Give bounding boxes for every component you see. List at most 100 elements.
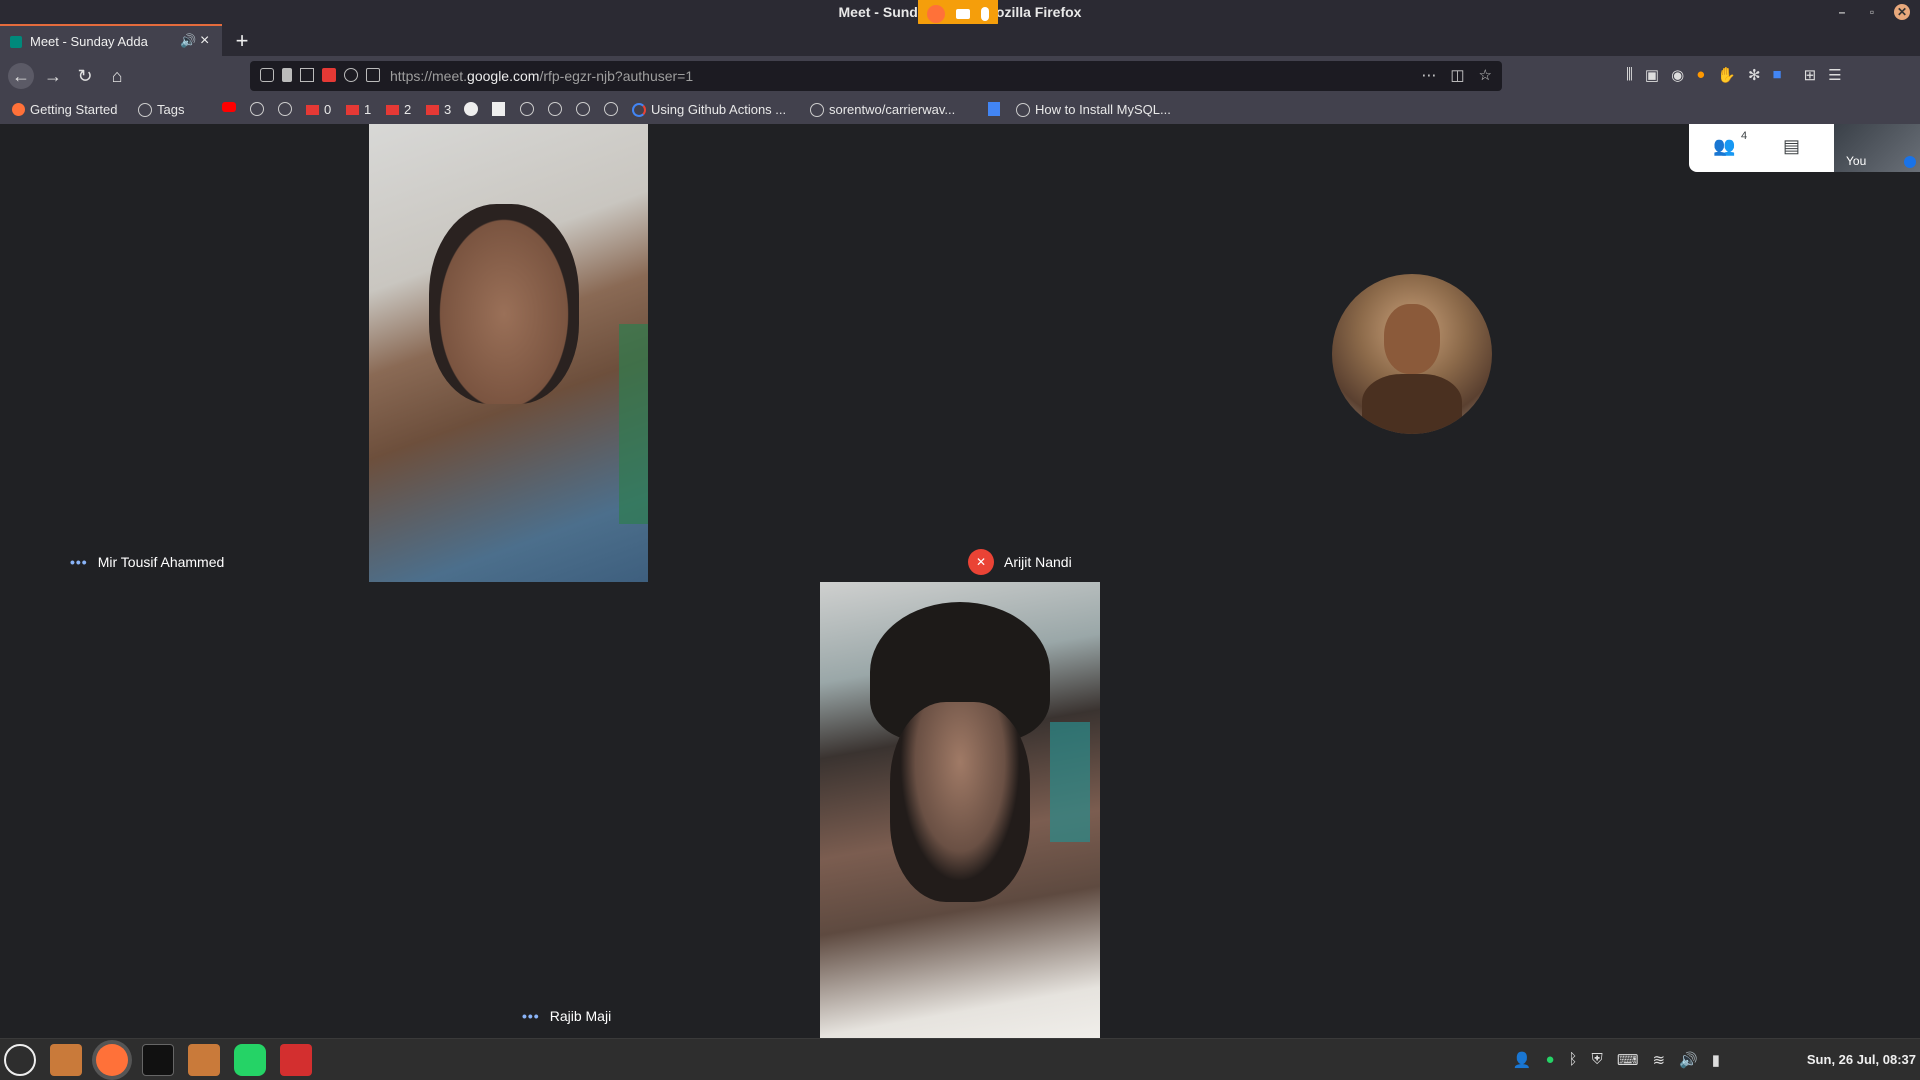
- bookmark-mysql[interactable]: How to Install MySQL...: [1016, 102, 1171, 117]
- reload-icon[interactable]: ↻: [74, 65, 96, 87]
- globe-icon: [604, 102, 618, 116]
- globe-icon: [576, 102, 590, 116]
- bookmark-globe-5[interactable]: [576, 102, 590, 116]
- bookmark-tags[interactable]: Tags: [138, 102, 184, 117]
- self-view-thumbnail[interactable]: You: [1834, 124, 1920, 172]
- shield-tray-icon[interactable]: ⛨: [1592, 1051, 1603, 1069]
- home-icon[interactable]: ⌂: [106, 65, 128, 87]
- globe-icon: [138, 102, 152, 117]
- globe-icon: [548, 102, 562, 116]
- globe-icon: [1016, 102, 1030, 117]
- microphone-muted-icon: ✕: [968, 549, 994, 575]
- extension-settings-icon[interactable]: ✻: [1748, 66, 1761, 84]
- gmail-icon: [306, 104, 319, 115]
- firefox-icon: [927, 4, 946, 23]
- participant-avatar: [1332, 274, 1492, 434]
- navigation-toolbar: ← → ↻ ⌂ https://meet.google.com/rfp-egzr…: [0, 56, 1920, 96]
- firefox-taskbar-icon[interactable]: [96, 1044, 128, 1076]
- bookmark-gmail-2[interactable]: 2: [386, 102, 411, 117]
- more-options-icon[interactable]: •••: [522, 1008, 540, 1024]
- url-text[interactable]: https://meet.google.com/rfp-egzr-njb?aut…: [390, 68, 693, 84]
- permissions-icon[interactable]: [300, 68, 314, 82]
- maximize-icon[interactable]: ▫: [1864, 4, 1880, 20]
- camera-icon: [955, 8, 970, 19]
- folder-icon[interactable]: [188, 1044, 220, 1076]
- bookmark-github-actions[interactable]: Using Github Actions ...: [632, 102, 786, 117]
- forward-icon[interactable]: →: [42, 65, 64, 87]
- bookmark-globe-4[interactable]: [548, 102, 562, 116]
- people-icon[interactable]: 👥: [1713, 136, 1735, 157]
- sharing-indicator[interactable]: [918, 0, 998, 27]
- app-installer-icon[interactable]: [280, 1044, 312, 1076]
- bookmark-youtube[interactable]: [222, 102, 236, 112]
- bookmark-gmail-3[interactable]: 3: [426, 102, 451, 117]
- meet-favicon-icon: [10, 36, 22, 48]
- new-tab-button[interactable]: +: [230, 28, 254, 54]
- terminal-icon[interactable]: [142, 1044, 174, 1076]
- tab-label: Meet - Sunday Adda: [30, 34, 148, 49]
- participant-name-tag: ✕ Arijit Nandi: [968, 549, 1072, 575]
- participant-tile-mir[interactable]: ••• Mir Tousif Ahammed: [58, 124, 649, 582]
- docs-icon: [988, 102, 1000, 116]
- bookmark-github[interactable]: [464, 102, 478, 116]
- participant-name-tag: ••• Mir Tousif Ahammed: [70, 554, 225, 570]
- close-tab-icon[interactable]: ×: [200, 32, 209, 50]
- bookmark-gmail-1[interactable]: 1: [346, 102, 371, 117]
- wifi-icon[interactable]: ≋: [1652, 1051, 1665, 1069]
- meet-side-panel-buttons: 👥 4 ▤: [1689, 124, 1834, 172]
- url-bar[interactable]: https://meet.google.com/rfp-egzr-njb?aut…: [250, 61, 1502, 91]
- library-icon[interactable]: ⫼: [1626, 66, 1633, 84]
- speaker-icon[interactable]: 🔊: [180, 33, 196, 49]
- microphone-sharing-icon[interactable]: [344, 68, 358, 82]
- bookmark-carrierwave[interactable]: sorentwo/carrierwav...: [810, 102, 955, 117]
- bookmark-getting-started[interactable]: Getting Started: [12, 102, 117, 117]
- bookmark-globe-2[interactable]: [278, 102, 292, 116]
- bookmark-gmail-0[interactable]: 0: [306, 102, 331, 117]
- bookmark-globe-3[interactable]: [520, 102, 534, 116]
- network-icon[interactable]: ⌨: [1617, 1051, 1639, 1069]
- bookmark-star-icon[interactable]: ☆: [1479, 66, 1492, 84]
- extension-icon[interactable]: ●: [1696, 66, 1705, 84]
- clock[interactable]: Sun, 26 Jul, 08:37: [1807, 1052, 1916, 1067]
- start-menu-icon[interactable]: [4, 1044, 36, 1076]
- shield-icon[interactable]: [260, 68, 274, 82]
- camera-sharing-icon[interactable]: [322, 68, 336, 82]
- bookmark-globe-1[interactable]: [250, 102, 264, 116]
- back-icon[interactable]: ←: [8, 63, 34, 89]
- sidebar-icon[interactable]: ▣: [1645, 66, 1659, 84]
- participant-video: [369, 124, 649, 582]
- bookmark-docs[interactable]: [988, 102, 1000, 116]
- menu-icon[interactable]: ☰: [1828, 66, 1841, 84]
- close-window-icon[interactable]: ✕: [1894, 4, 1910, 20]
- pocket-icon[interactable]: ◫: [1450, 66, 1464, 84]
- whatsapp-icon[interactable]: [234, 1044, 266, 1076]
- extensions-icon[interactable]: ⊞: [1804, 66, 1817, 84]
- whatsapp-tray-icon[interactable]: ●: [1545, 1051, 1554, 1069]
- chat-icon[interactable]: [366, 68, 380, 82]
- bookmark-globe-6[interactable]: [604, 102, 618, 116]
- minimize-icon[interactable]: –: [1834, 4, 1850, 20]
- file-manager-icon[interactable]: [50, 1044, 82, 1076]
- system-tray: 👤 ● ᛒ ⛨ ⌨ ≋ 🔊 ▮: [1513, 1051, 1720, 1069]
- github-icon: [464, 102, 478, 116]
- account-icon[interactable]: ◉: [1671, 66, 1684, 84]
- window-titlebar: Meet - Sunday Adda - Mozilla Firefox – ▫…: [0, 0, 1920, 27]
- lock-icon[interactable]: [282, 68, 292, 82]
- bookmarks-toolbar: Getting Started Tags 0 1 2 3 Using Githu…: [0, 96, 1920, 124]
- globe-icon: [810, 102, 824, 117]
- bookmark-script[interactable]: [492, 102, 505, 116]
- bluetooth-icon[interactable]: ᛒ: [1569, 1051, 1578, 1069]
- script-icon: [492, 102, 505, 116]
- globe-icon: [250, 102, 264, 116]
- tab-meet[interactable]: Meet - Sunday Adda 🔊 ×: [0, 24, 222, 56]
- user-icon[interactable]: 👤: [1513, 1051, 1532, 1069]
- participant-tile-arijit[interactable]: ✕ Arijit Nandi: [648, 124, 1862, 582]
- volume-icon[interactable]: 🔊: [1679, 1051, 1698, 1069]
- more-options-icon[interactable]: •••: [70, 554, 88, 570]
- translate-icon[interactable]: ■: [1773, 66, 1782, 84]
- chat-icon[interactable]: ▤: [1783, 136, 1800, 157]
- participant-tile-rajib[interactable]: ••• Rajib Maji: [510, 582, 1412, 1038]
- battery-icon[interactable]: ▮: [1712, 1051, 1720, 1069]
- extension-hand-icon[interactable]: ✋: [1717, 66, 1736, 84]
- page-actions-icon[interactable]: ⋯: [1421, 66, 1436, 84]
